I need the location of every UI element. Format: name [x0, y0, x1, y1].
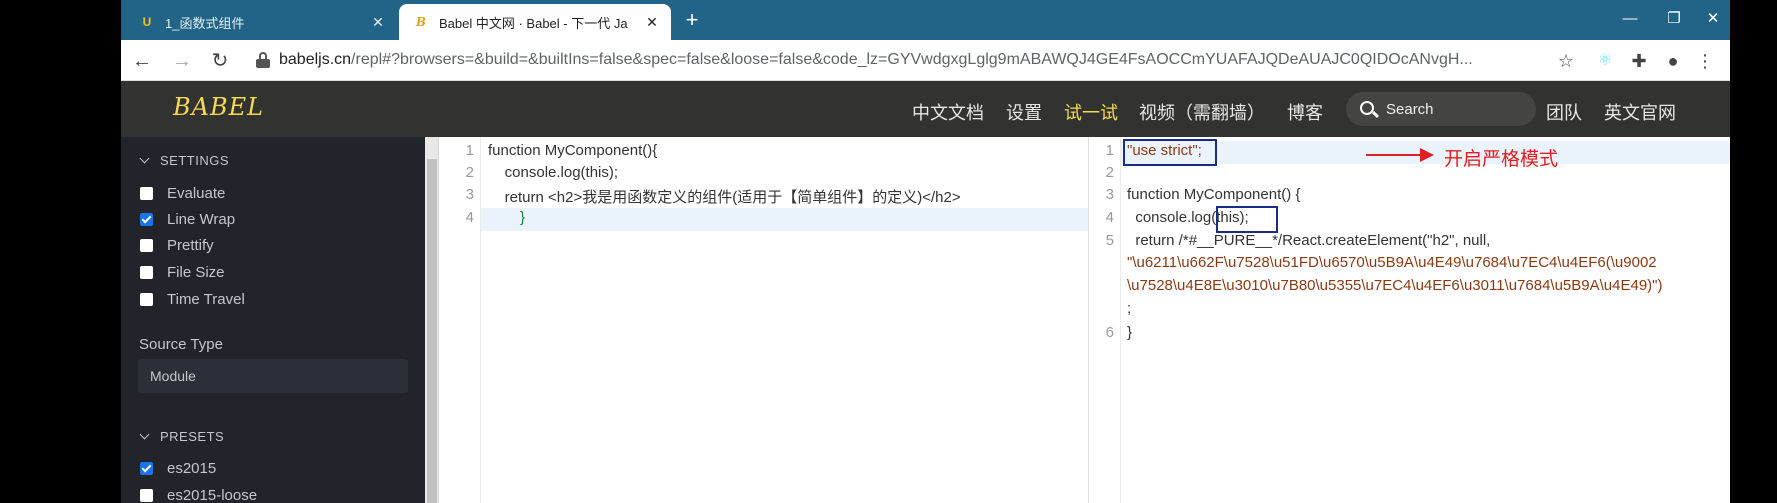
checkbox[interactable] [140, 489, 153, 502]
new-tab-button[interactable]: + [677, 6, 707, 36]
output-line-5: return /*#__PURE__*/React.createElement(… [1127, 232, 1491, 249]
preset-es2015[interactable]: es2015 [140, 460, 216, 477]
line-number-gutter: 1 2 3 4 [439, 137, 481, 503]
use-strict-highlight-box [1123, 139, 1217, 166]
url-path: /repl#?browsers=&build=&builtIns=false&s… [351, 51, 1473, 68]
output-line-5-wrap-2: \u7528\u4E8E\u3010\u7B80\u5355\u7EC4\u4E… [1127, 277, 1663, 294]
preset-es2015-loose[interactable]: es2015-loose [140, 487, 257, 503]
nav-blog[interactable]: 博客 [1287, 99, 1323, 125]
code-line-3: return <h2>我是用函数定义的组件(适用于【简单组件】的定义)</h2> [488, 189, 961, 206]
forward-arrow-icon[interactable]: → [169, 48, 195, 74]
output-line-6: } [1127, 324, 1133, 341]
option-evaluate[interactable]: Evaluate [140, 185, 225, 202]
tab-strip: U 1_函数式组件 ✕ B Babel 中文网 · Babel - 下一代 Ja… [121, 0, 1730, 40]
code-line-1: function MyComponent(){ [488, 142, 658, 159]
bookmark-star-icon[interactable]: ☆ [1554, 49, 1578, 73]
search-box[interactable] [1346, 92, 1536, 126]
checkbox[interactable] [140, 187, 153, 200]
option-file-size[interactable]: File Size [140, 264, 225, 281]
source-type-select[interactable]: Module [138, 359, 408, 393]
nav-team[interactable]: 团队 [1546, 99, 1582, 125]
repl-sidebar: SETTINGS Evaluate Line Wrap Prettify Fil… [121, 137, 425, 503]
nav-english-site[interactable]: 英文官网 [1604, 99, 1676, 125]
checkbox-checked[interactable] [140, 462, 153, 475]
babel-logo[interactable]: BABEL [173, 93, 264, 121]
code-line-4: } [520, 209, 526, 226]
checkbox[interactable] [140, 266, 153, 279]
checkbox[interactable] [140, 239, 153, 252]
line-number-gutter: 1 2 3 4 5 6 [1089, 137, 1121, 503]
site-header: BABEL 中文文档 设置 试一试 视频（需翻墙） 博客 团队 英文官网 [121, 81, 1730, 137]
checkbox-checked[interactable] [140, 213, 153, 226]
option-line-wrap[interactable]: Line Wrap [140, 211, 235, 228]
extensions-puzzle-icon[interactable]: ✚ [1627, 49, 1651, 73]
output-line-5-wrap-1: "\u6211\u662F\u7528\u51FD\u6570\u5B9A\u4… [1127, 254, 1657, 271]
react-devtools-icon[interactable]: ⚛ [1593, 49, 1617, 73]
url-field[interactable]: babeljs.cn/repl#?browsers=&build=&builtI… [279, 51, 1649, 69]
browser-window: U 1_函数式组件 ✕ B Babel 中文网 · Babel - 下一代 Ja… [121, 0, 1730, 503]
tab-babel[interactable]: B Babel 中文网 · Babel - 下一代 Ja ✕ [399, 4, 671, 40]
output-code-editor: 1 2 3 4 5 6 "use strict"; function MyCom… [1088, 137, 1730, 503]
tab-functional-component[interactable]: U 1_函数式组件 ✕ [125, 4, 397, 40]
option-prettify[interactable]: Prettify [140, 237, 214, 254]
chevron-down-icon [139, 153, 150, 164]
more-menu-icon[interactable]: ⋮ [1693, 49, 1717, 73]
tab-close-icon[interactable]: ✕ [369, 14, 387, 31]
annotation-text: 开启严格模式 [1444, 148, 1559, 170]
annotation-arrow [1366, 148, 1434, 162]
settings-section-header[interactable]: SETTINGS [139, 153, 230, 168]
reload-icon[interactable]: ↻ [207, 48, 233, 74]
restore-button[interactable]: ❐ [1654, 6, 1694, 32]
input-code-editor[interactable]: 1 2 3 4 function MyComponent(){ console.… [425, 137, 1088, 503]
settings-title: SETTINGS [160, 153, 230, 168]
output-line-5-wrap-3: ; [1127, 300, 1132, 317]
active-line-highlight [481, 208, 1088, 231]
back-arrow-icon[interactable]: ← [129, 48, 155, 74]
chevron-down-icon [139, 429, 150, 440]
lock-icon[interactable] [256, 52, 270, 68]
presets-section-header[interactable]: PRESETS [139, 429, 225, 444]
tab-favicon-icon: U [142, 15, 152, 29]
source-type-label: Source Type [139, 336, 223, 353]
tab-close-icon[interactable]: ✕ [643, 14, 661, 31]
nav-videos[interactable]: 视频（需翻墙） [1139, 99, 1265, 125]
url-host: babeljs.cn [279, 51, 352, 68]
output-line-3: function MyComponent() { [1127, 186, 1301, 203]
tab-title: Babel 中文网 · Babel - 下一代 Ja [439, 15, 628, 31]
nav-setup[interactable]: 设置 [1006, 99, 1042, 125]
option-time-travel[interactable]: Time Travel [140, 291, 245, 308]
search-icon [1360, 101, 1374, 115]
minimize-button[interactable]: — [1610, 6, 1650, 32]
babel-favicon-icon: B [415, 15, 427, 29]
close-window-button[interactable]: ✕ [1698, 6, 1728, 32]
nav-try-it-out[interactable]: 试一试 [1064, 99, 1118, 125]
checkbox[interactable] [140, 293, 153, 306]
editor-scrollbar[interactable] [425, 137, 439, 503]
presets-title: PRESETS [160, 429, 225, 444]
profile-avatar-icon[interactable]: ● [1661, 49, 1685, 73]
tab-title: 1_函数式组件 [165, 15, 245, 31]
this-highlight-box [1216, 206, 1278, 233]
nav-docs[interactable]: 中文文档 [912, 99, 984, 125]
code-line-2: console.log(this); [488, 164, 619, 181]
search-input[interactable] [1386, 99, 1526, 119]
address-bar: ← → ↻ babeljs.cn/repl#?browsers=&build=&… [121, 40, 1730, 81]
